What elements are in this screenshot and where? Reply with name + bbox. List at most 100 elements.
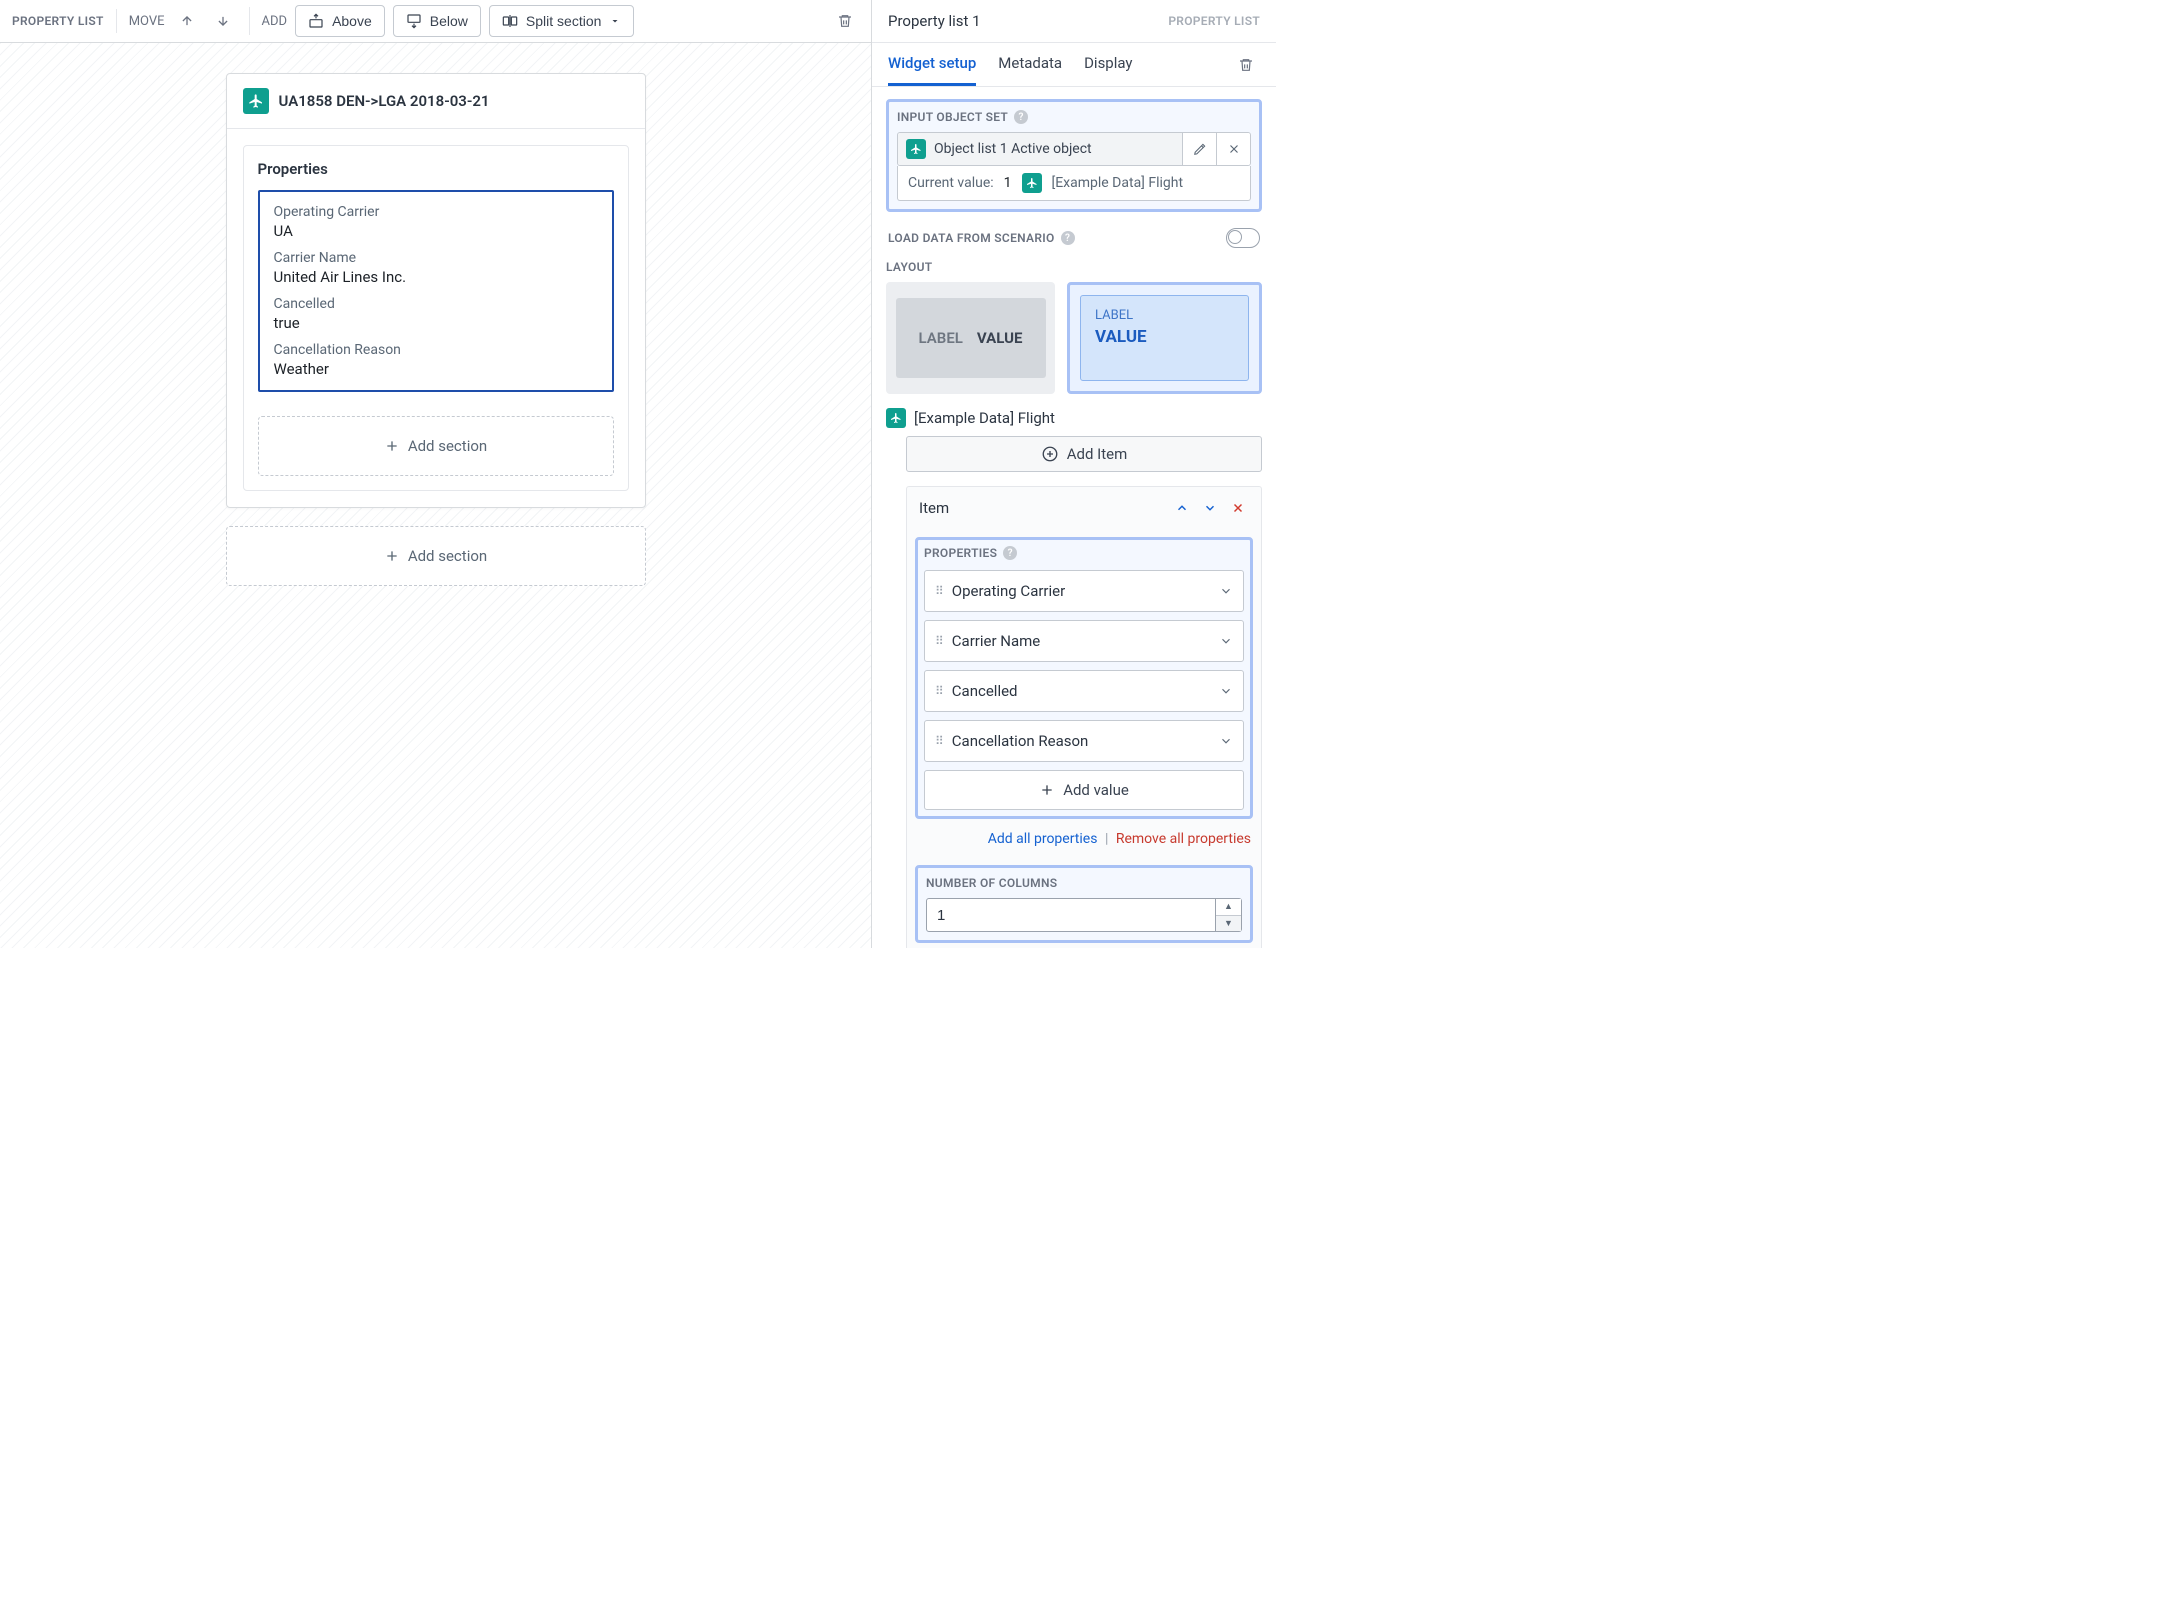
properties-panel: Properties Operating Carrier UA Carrier …: [243, 145, 629, 491]
expand-button[interactable]: [1219, 684, 1233, 698]
expand-button[interactable]: [1219, 634, 1233, 648]
side-title: Property list 1: [888, 12, 981, 30]
add-item-label: Add Item: [1067, 445, 1128, 463]
widget-header: UA1858 DEN->LGA 2018-03-21: [227, 74, 645, 129]
property-links-row: Add all properties | Remove all properti…: [907, 827, 1261, 857]
property-label: Cancellation Reason: [274, 342, 598, 358]
property-name: Cancellation Reason: [952, 732, 1209, 750]
trash-icon: [837, 13, 853, 29]
property-value: true: [274, 314, 598, 332]
object-type-label: [Example Data] Flight: [914, 409, 1055, 427]
add-all-properties-link[interactable]: Add all properties: [988, 831, 1098, 847]
tab-metadata[interactable]: Metadata: [998, 43, 1062, 86]
help-icon[interactable]: ?: [1003, 546, 1017, 560]
insert-below-icon: [406, 13, 422, 29]
plus-icon: [384, 438, 400, 454]
current-value-example: [Example Data] Flight: [1052, 175, 1184, 191]
property-label: Operating Carrier: [274, 204, 598, 220]
drag-handle-icon[interactable]: ⠿: [935, 584, 942, 598]
chevron-down-icon: [1219, 584, 1233, 598]
layout-value-text: VALUE: [1095, 327, 1234, 347]
input-object-text: Object list 1 Active object: [934, 141, 1092, 157]
item-move-up-button[interactable]: [1171, 497, 1193, 519]
tab-display[interactable]: Display: [1084, 43, 1132, 86]
add-value-button[interactable]: Add value: [924, 770, 1244, 810]
layout-label-text: LABEL: [1095, 308, 1234, 323]
plus-circle-icon: [1041, 445, 1059, 463]
expand-button[interactable]: [1219, 584, 1233, 598]
drag-handle-icon[interactable]: ⠿: [935, 734, 942, 748]
plus-icon: [384, 548, 400, 564]
layout-vertical-option[interactable]: LABEL VALUE: [1067, 282, 1262, 394]
expand-button[interactable]: [1219, 734, 1233, 748]
tab-widget-setup[interactable]: Widget setup: [888, 43, 976, 86]
flight-icon: [906, 139, 926, 159]
tabs: Widget setup Metadata Display: [872, 43, 1276, 87]
properties-section: PROPERTIES ? ⠿ Operating Carrier ⠿ Carri…: [915, 537, 1253, 819]
widget-title: UA1858 DEN->LGA 2018-03-21: [279, 92, 490, 110]
item-header: Item: [907, 487, 1261, 529]
property-row: Cancellation Reason Weather: [274, 342, 598, 378]
property-label: Carrier Name: [274, 250, 598, 266]
add-label: ADD: [262, 14, 288, 29]
help-icon[interactable]: ?: [1014, 110, 1028, 124]
property-name: Cancelled: [952, 682, 1209, 700]
property-label: Cancelled: [274, 296, 598, 312]
edit-input-button[interactable]: [1182, 133, 1216, 165]
chevron-down-icon: [609, 15, 621, 27]
clear-input-button[interactable]: [1216, 133, 1250, 165]
split-section-button[interactable]: Split section: [489, 5, 634, 37]
help-icon[interactable]: ?: [1061, 231, 1075, 245]
spinner-up-button[interactable]: ▲: [1216, 899, 1241, 916]
chevron-down-icon: [1219, 684, 1233, 698]
arrow-up-icon: [180, 14, 194, 28]
property-item[interactable]: ⠿ Carrier Name: [924, 620, 1244, 662]
property-row: Carrier Name United Air Lines Inc.: [274, 250, 598, 286]
item-block: Item PROPERTIES ?: [906, 486, 1262, 948]
property-item[interactable]: ⠿ Cancellation Reason: [924, 720, 1244, 762]
spinner-down-button[interactable]: ▼: [1216, 916, 1241, 932]
load-scenario-toggle[interactable]: [1226, 228, 1260, 248]
add-section-outer-button[interactable]: Add section: [226, 526, 646, 586]
delete-button[interactable]: [1232, 51, 1260, 79]
toggle-knob: [1228, 230, 1242, 244]
layout-horizontal-option[interactable]: LABEL VALUE: [886, 282, 1055, 394]
properties-label: PROPERTIES: [924, 546, 997, 560]
properties-box[interactable]: Operating Carrier UA Carrier Name United…: [258, 190, 614, 392]
property-name: Carrier Name: [952, 632, 1209, 650]
number-of-columns-input[interactable]: [926, 898, 1216, 932]
move-label: MOVE: [129, 14, 165, 29]
layout-label: LAYOUT: [886, 260, 1262, 274]
property-row: Cancelled true: [274, 296, 598, 332]
side-header: Property list 1 PROPERTY LIST: [872, 0, 1276, 43]
object-type-row: [Example Data] Flight: [886, 408, 1262, 428]
arrow-down-icon: [216, 14, 230, 28]
property-item[interactable]: ⠿ Cancelled: [924, 670, 1244, 712]
flight-icon: [886, 408, 906, 428]
drag-handle-icon[interactable]: ⠿: [935, 634, 942, 648]
remove-all-properties-link[interactable]: Remove all properties: [1116, 831, 1251, 847]
item-delete-button[interactable]: [1227, 497, 1249, 519]
property-list-widget[interactable]: UA1858 DEN->LGA 2018-03-21 Properties Op…: [226, 73, 646, 508]
property-item[interactable]: ⠿ Operating Carrier: [924, 570, 1244, 612]
number-of-columns-label: NUMBER OF COLUMNS: [926, 876, 1242, 890]
close-icon: [1231, 501, 1245, 515]
drag-handle-icon[interactable]: ⠿: [935, 684, 942, 698]
item-move-down-button[interactable]: [1199, 497, 1221, 519]
flight-icon: [1022, 173, 1042, 193]
add-above-button[interactable]: Above: [295, 5, 385, 37]
add-section-inner-button[interactable]: Add section: [258, 416, 614, 476]
layout-options: LABEL VALUE LABEL VALUE: [886, 282, 1262, 394]
add-item-button[interactable]: Add Item: [906, 436, 1262, 472]
move-down-button[interactable]: [209, 7, 237, 35]
add-below-button[interactable]: Below: [393, 5, 481, 37]
move-up-button[interactable]: [173, 7, 201, 35]
add-section-label: Add section: [408, 547, 487, 565]
insert-above-icon: [308, 13, 324, 29]
property-value: UA: [274, 222, 598, 240]
layout-label-text: LABEL: [919, 329, 963, 347]
current-value-count: 1: [1004, 175, 1012, 191]
delete-widget-button[interactable]: [831, 7, 859, 35]
split-icon: [502, 13, 518, 29]
input-object-set-section: INPUT OBJECT SET ? Object list 1 Active …: [886, 99, 1262, 212]
